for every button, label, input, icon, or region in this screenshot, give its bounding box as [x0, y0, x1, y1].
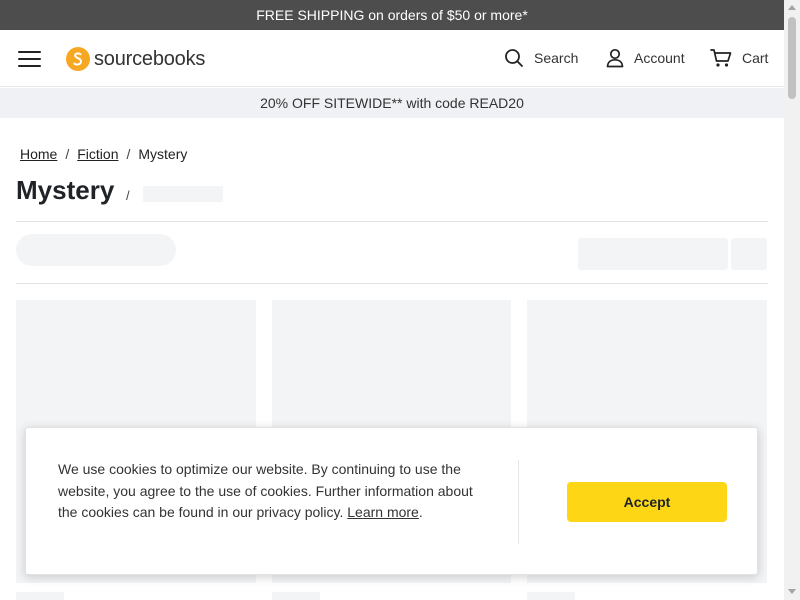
- product-text-placeholder: [16, 592, 64, 600]
- logo-mark-icon: [66, 47, 90, 71]
- product-text-placeholder: [272, 592, 320, 600]
- free-shipping-banner: FREE SHIPPING on orders of $50 or more*: [0, 0, 784, 30]
- cookie-message: We use cookies to optimize our website. …: [58, 459, 478, 524]
- cart-icon: [710, 49, 732, 67]
- title-separator: /: [126, 188, 130, 203]
- account-icon: [606, 48, 624, 68]
- cookie-consent-banner: We use cookies to optimize our website. …: [25, 427, 758, 575]
- divider: [16, 221, 768, 222]
- divider: [16, 283, 768, 284]
- sitewide-promo-banner[interactable]: 20% OFF SITEWIDE** with code READ20: [0, 88, 784, 118]
- breadcrumb-home-link[interactable]: Home: [20, 146, 57, 162]
- search-button[interactable]: Search: [504, 48, 578, 68]
- accept-cookies-button[interactable]: Accept: [567, 482, 727, 522]
- filter-placeholder: [16, 234, 176, 266]
- cart-label: Cart: [742, 50, 769, 66]
- product-text-placeholder: [527, 592, 575, 600]
- sort-dropdown-placeholder: [578, 238, 728, 270]
- account-label: Account: [634, 50, 685, 66]
- result-count-placeholder: [143, 186, 223, 202]
- hamburger-menu-button[interactable]: [18, 50, 42, 68]
- free-shipping-text: FREE SHIPPING on orders of $50 or more*: [256, 7, 528, 23]
- scrollbar-thumb[interactable]: [788, 17, 796, 99]
- sourcebooks-logo[interactable]: sourcebooks: [66, 46, 205, 72]
- cookie-message-end: .: [418, 504, 423, 520]
- search-label: Search: [534, 50, 579, 66]
- breadcrumb-separator: /: [126, 146, 131, 162]
- scroll-up-arrow-icon[interactable]: [788, 5, 796, 10]
- breadcrumb-fiction-link[interactable]: Fiction: [77, 146, 118, 162]
- breadcrumb: Home / Fiction / Mystery: [20, 146, 187, 162]
- search-icon: [505, 49, 523, 67]
- breadcrumb-separator: /: [65, 146, 70, 162]
- view-toggle-placeholder: [731, 238, 767, 270]
- account-button[interactable]: Account: [606, 48, 685, 68]
- hamburger-line: [18, 58, 41, 60]
- site-header: sourcebooks Search Account Cart: [0, 30, 784, 87]
- hamburger-line: [18, 51, 41, 53]
- hamburger-line: [18, 65, 41, 67]
- cart-button[interactable]: Cart: [710, 48, 768, 68]
- page-title: Mystery: [16, 175, 115, 205]
- breadcrumb-current: Mystery: [138, 146, 188, 162]
- page-scrollbar[interactable]: [784, 0, 800, 600]
- logo-text: sourcebooks: [94, 47, 206, 70]
- promo-text: 20% OFF SITEWIDE** with code READ20: [260, 95, 524, 111]
- learn-more-link[interactable]: Learn more: [347, 504, 419, 520]
- scroll-down-arrow-icon[interactable]: [788, 589, 796, 594]
- cookie-divider: [518, 460, 519, 544]
